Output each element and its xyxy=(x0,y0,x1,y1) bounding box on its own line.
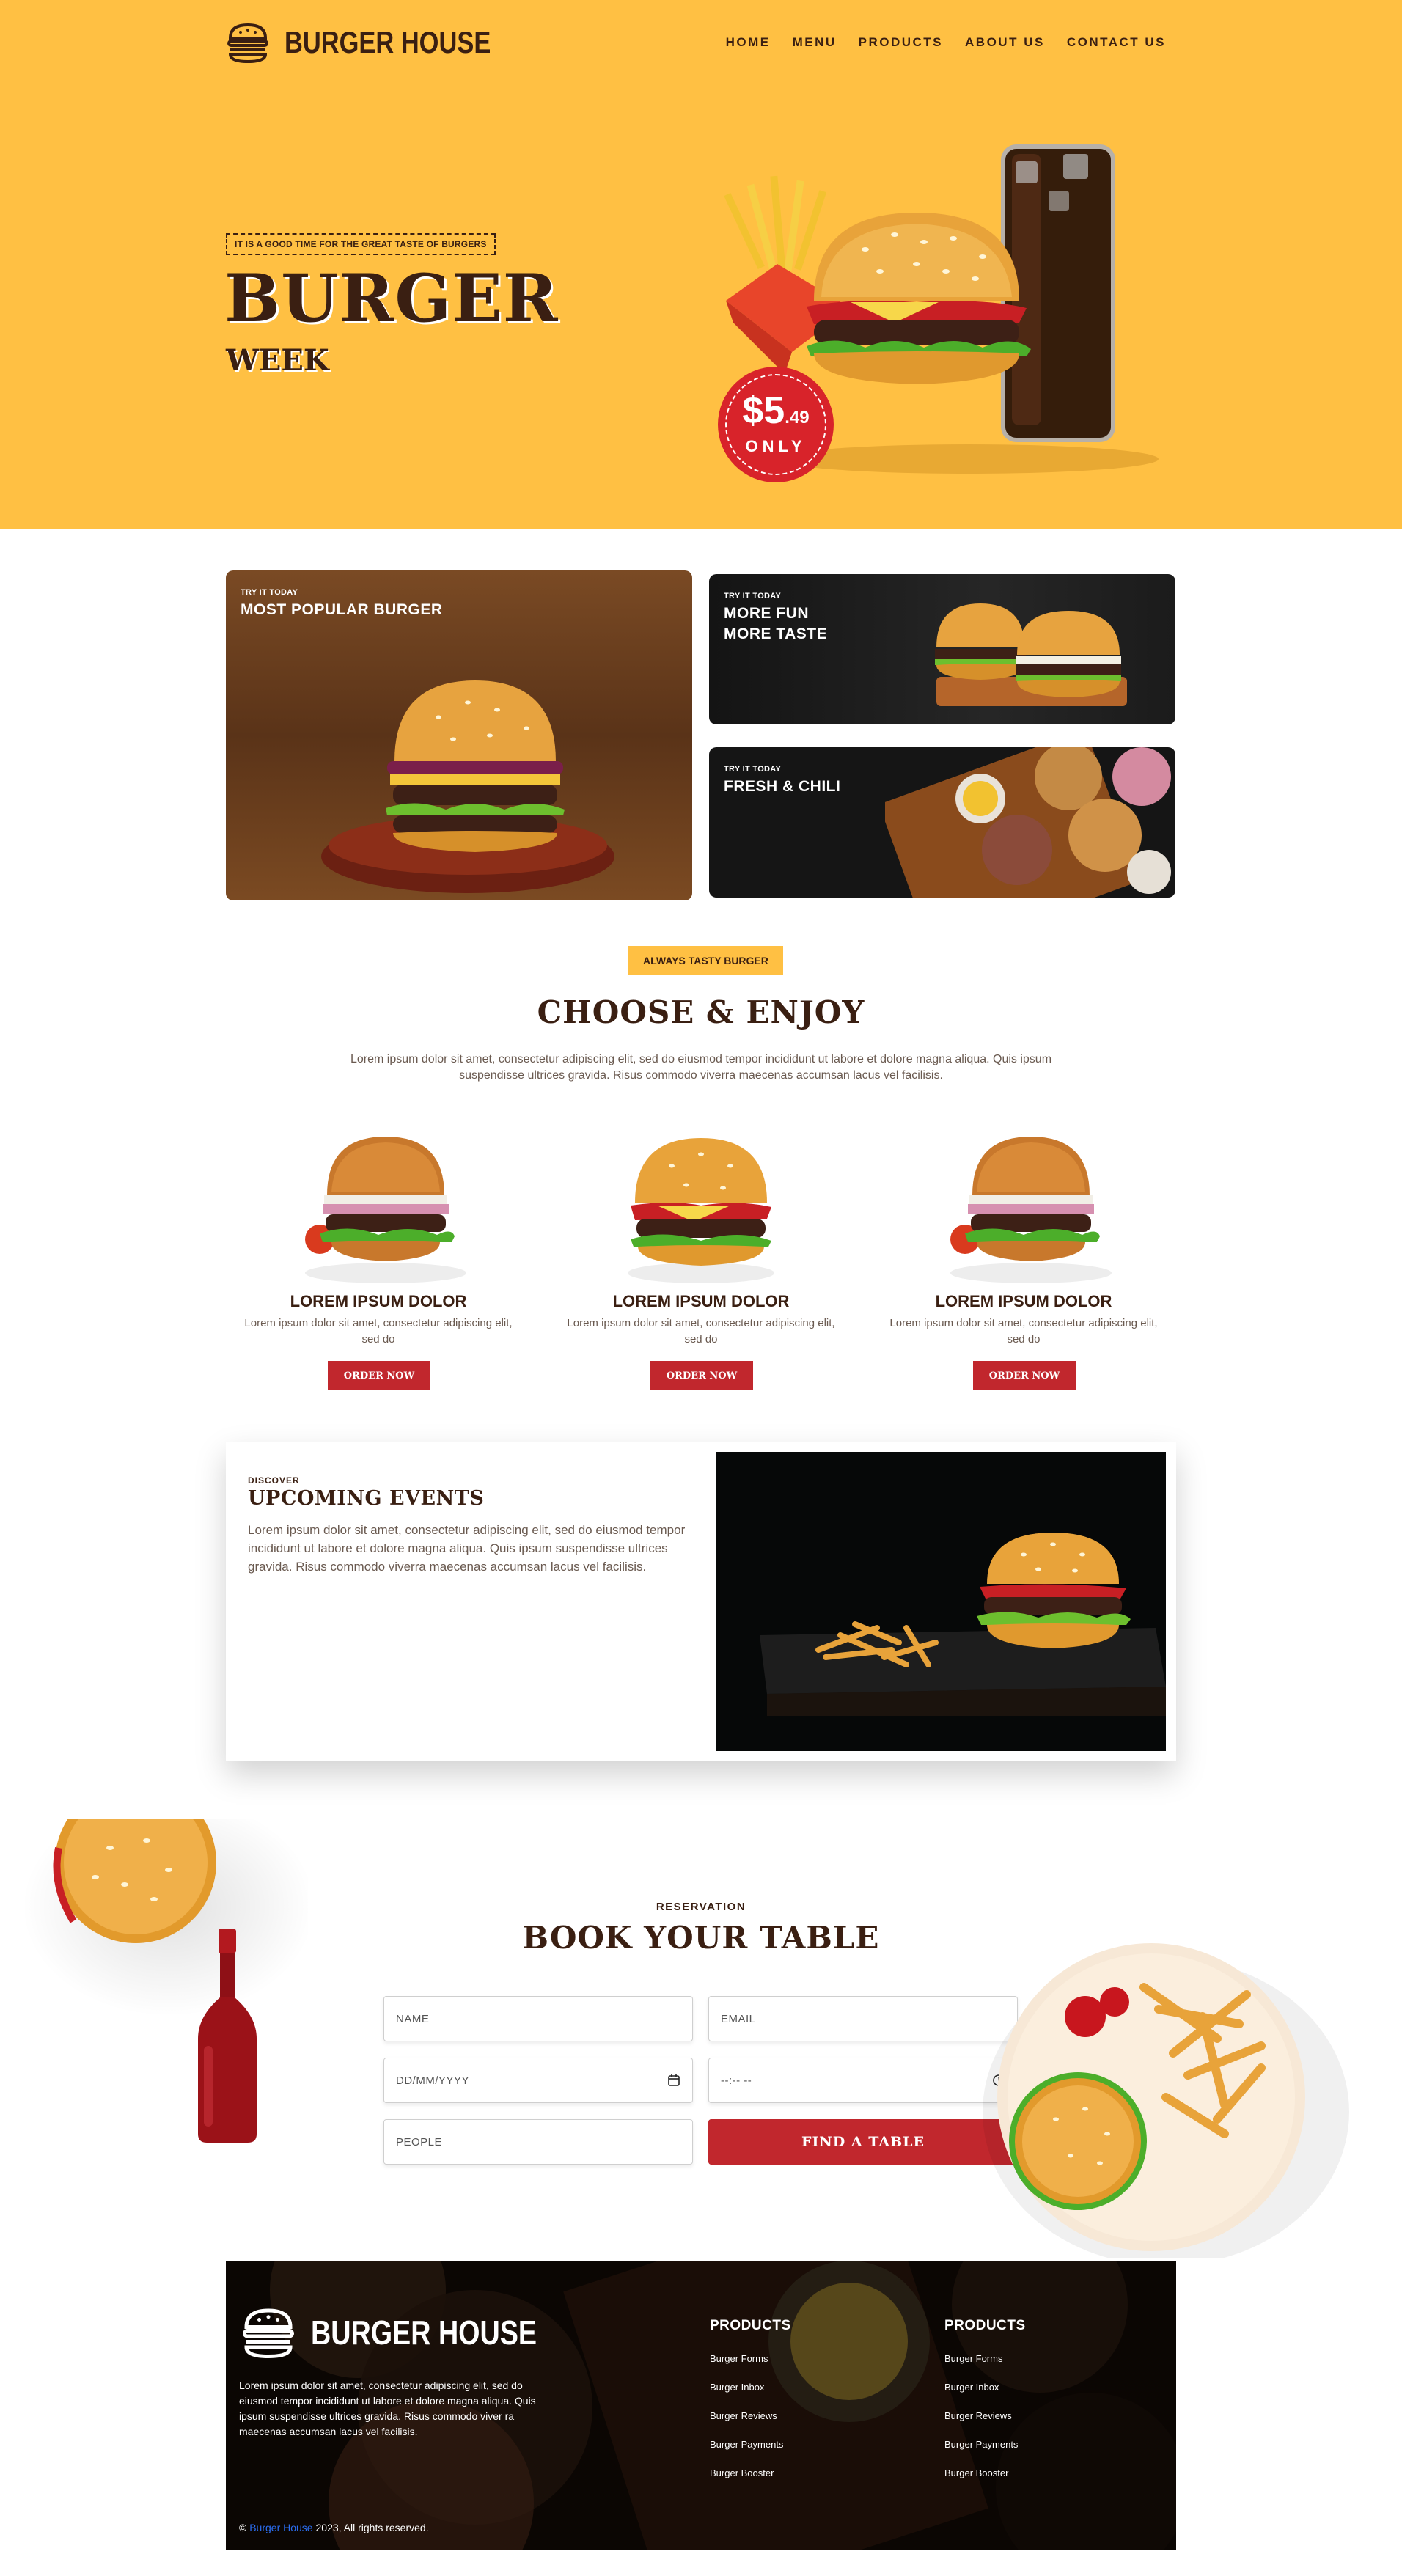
menu-item-desc-line1: Lorem ipsum dolor sit amet, consectetur … xyxy=(889,1317,1158,1329)
choose-pill: ALWAYS TASTY BURGER xyxy=(628,946,783,975)
nav-home[interactable]: HOME xyxy=(726,35,771,50)
calendar-icon[interactable] xyxy=(667,2074,680,2087)
price-badge: $5.49 ONLY xyxy=(721,370,831,480)
hot-sauce-bottle-image xyxy=(198,1929,257,2143)
price-only: ONLY xyxy=(745,437,807,455)
hero-section: BURGER HOUSE HOME MENU PRODUCTS ABOUT US… xyxy=(0,0,1402,529)
time-field[interactable]: --:-- -- xyxy=(708,2058,1018,2103)
time-placeholder: --:-- -- xyxy=(721,2074,752,2087)
footer-col-heading: PRODUCTS xyxy=(710,2318,791,2333)
menu-item-name: LOREM IPSUM DOLOR xyxy=(935,1292,1112,1310)
promo-card-more-fun[interactable]: TRY IT TODAY MORE FUN MORE TASTE xyxy=(709,574,1175,724)
events-section: DISCOVER UPCOMING EVENTS Lorem ipsum dol… xyxy=(226,1442,1176,1761)
popular-burger-image xyxy=(321,680,614,893)
name-field[interactable]: NAME xyxy=(383,1996,693,2041)
events-burger-image xyxy=(760,1533,1166,1716)
menu-item-name: LOREM IPSUM DOLOR xyxy=(612,1292,790,1310)
site-footer: BURGER HOUSE Lorem ipsum dolor sit amet,… xyxy=(226,2261,1176,2550)
people-field[interactable]: PEOPLE xyxy=(383,2119,693,2165)
promo-kicker: TRY IT TODAY xyxy=(724,592,782,601)
footer-brand-name: BURGER HOUSE xyxy=(311,2313,537,2352)
brand-name: BURGER HOUSE xyxy=(285,25,491,59)
find-table-button[interactable]: FIND A TABLE xyxy=(708,2119,1018,2165)
events-title: UPCOMING EVENTS xyxy=(248,1487,485,1510)
footer-copyright: © Burger House 2023, All rights reserved… xyxy=(239,2522,429,2533)
hero-tagline: IT IS A GOOD TIME FOR THE GREAT TASTE OF… xyxy=(226,233,496,255)
choose-title: CHOOSE & ENJOY xyxy=(537,994,865,1030)
menu-item-desc-line2: sed do xyxy=(361,1333,395,1346)
footer-col-heading: PRODUCTS xyxy=(944,2318,1026,2333)
promo-kicker: TRY IT TODAY xyxy=(241,588,298,597)
choose-lead-line2: suspendisse ultrices gravida. Risus comm… xyxy=(459,1069,943,1082)
more-fun-burgers-image xyxy=(935,603,1127,706)
menu-burger-image xyxy=(628,1138,774,1283)
footer-col-products-2: PRODUCTS Burger Forms Burger Inbox Burge… xyxy=(944,2318,1026,2496)
copyright-symbol: © xyxy=(239,2522,247,2533)
menu-item-desc-line1: Lorem ipsum dolor sit amet, consectetur … xyxy=(244,1317,513,1329)
nav-menu[interactable]: MENU xyxy=(793,35,837,50)
price-cents: .49 xyxy=(785,408,810,428)
footer-description: Lorem ipsum dolor sit amet, consectetur … xyxy=(239,2379,536,2437)
events-kicker: DISCOVER xyxy=(248,1475,300,1486)
order-now-button[interactable]: ORDER NOW xyxy=(328,1361,430,1390)
brand-logo[interactable]: BURGER HOUSE xyxy=(224,19,536,66)
footer-link[interactable]: Burger Reviews xyxy=(710,2410,791,2421)
nav-contact-us[interactable]: CONTACT US xyxy=(1067,35,1166,50)
decor-plate-fries-burger xyxy=(983,1943,1349,2258)
footer-link[interactable]: Burger Payments xyxy=(944,2439,1026,2450)
menu-item-name: LOREM IPSUM DOLOR xyxy=(290,1292,467,1310)
promo-title-line1: MORE FUN xyxy=(724,605,809,622)
footer-link[interactable]: Burger Booster xyxy=(944,2467,1026,2478)
promo-title: FRESH & CHILI xyxy=(724,778,841,795)
promo-title: MOST POPULAR BURGER xyxy=(241,601,443,618)
promo-card-fresh-chili[interactable]: TRY IT TODAY FRESH & CHILI xyxy=(709,747,1175,898)
menu-item-desc-line2: sed do xyxy=(684,1333,718,1346)
email-placeholder: EMAIL xyxy=(721,2012,756,2025)
menu-item-desc-line1: Lorem ipsum dolor sit amet, consectetur … xyxy=(567,1317,835,1329)
footer-link[interactable]: Burger Forms xyxy=(944,2353,1026,2364)
people-placeholder: PEOPLE xyxy=(396,2135,443,2148)
date-placeholder: DD/MM/YYYY xyxy=(396,2074,470,2087)
footer-col-products-1: PRODUCTS Burger Forms Burger Inbox Burge… xyxy=(710,2318,791,2496)
name-placeholder: NAME xyxy=(396,2012,430,2025)
order-now-button[interactable]: ORDER NOW xyxy=(973,1361,1076,1390)
hero-title: BURGER xyxy=(224,260,559,337)
footer-link[interactable]: Burger Forms xyxy=(710,2353,791,2364)
footer-brand[interactable]: BURGER HOUSE xyxy=(239,2303,587,2362)
nav-products[interactable]: PRODUCTS xyxy=(859,35,943,50)
reservation-kicker: RESERVATION xyxy=(656,1901,746,1913)
burger-logo-icon xyxy=(227,23,268,64)
events-image xyxy=(716,1452,1166,1751)
promo-title-line2: MORE TASTE xyxy=(724,625,828,642)
copyright-link[interactable]: Burger House xyxy=(249,2522,312,2533)
promo-card-popular[interactable]: TRY IT TODAY MOST POPULAR BURGER xyxy=(226,570,692,900)
menu-burger-image xyxy=(950,1137,1112,1283)
burger-logo-icon xyxy=(243,2308,294,2359)
footer-link[interactable]: Burger Inbox xyxy=(710,2382,791,2393)
nav-about-us[interactable]: ABOUT US xyxy=(965,35,1045,50)
promo-kicker: TRY IT TODAY xyxy=(724,765,782,774)
email-field[interactable]: EMAIL xyxy=(708,1996,1018,2041)
main-nav: HOME MENU PRODUCTS ABOUT US CONTACT US xyxy=(726,35,1166,50)
order-now-button[interactable]: ORDER NOW xyxy=(650,1361,753,1390)
price-main: $5 xyxy=(742,389,785,432)
footer-link[interactable]: Burger Payments xyxy=(710,2439,791,2450)
events-description: Lorem ipsum dolor sit amet, consectetur … xyxy=(248,1523,686,1574)
footer-link[interactable]: Burger Booster xyxy=(710,2467,791,2478)
hero-subtitle: WEEK xyxy=(226,343,329,378)
menu-burger-image xyxy=(305,1137,466,1283)
footer-link[interactable]: Burger Reviews xyxy=(944,2410,1026,2421)
fresh-chili-image xyxy=(885,747,1171,898)
date-field[interactable]: DD/MM/YYYY xyxy=(383,2058,693,2103)
footer-link[interactable]: Burger Inbox xyxy=(944,2382,1026,2393)
copyright-text: 2023, All rights reserved. xyxy=(315,2522,429,2533)
menu-item-desc-line2: sed do xyxy=(1007,1333,1041,1346)
choose-lead-line1: Lorem ipsum dolor sit amet, consectetur … xyxy=(350,1053,1052,1065)
